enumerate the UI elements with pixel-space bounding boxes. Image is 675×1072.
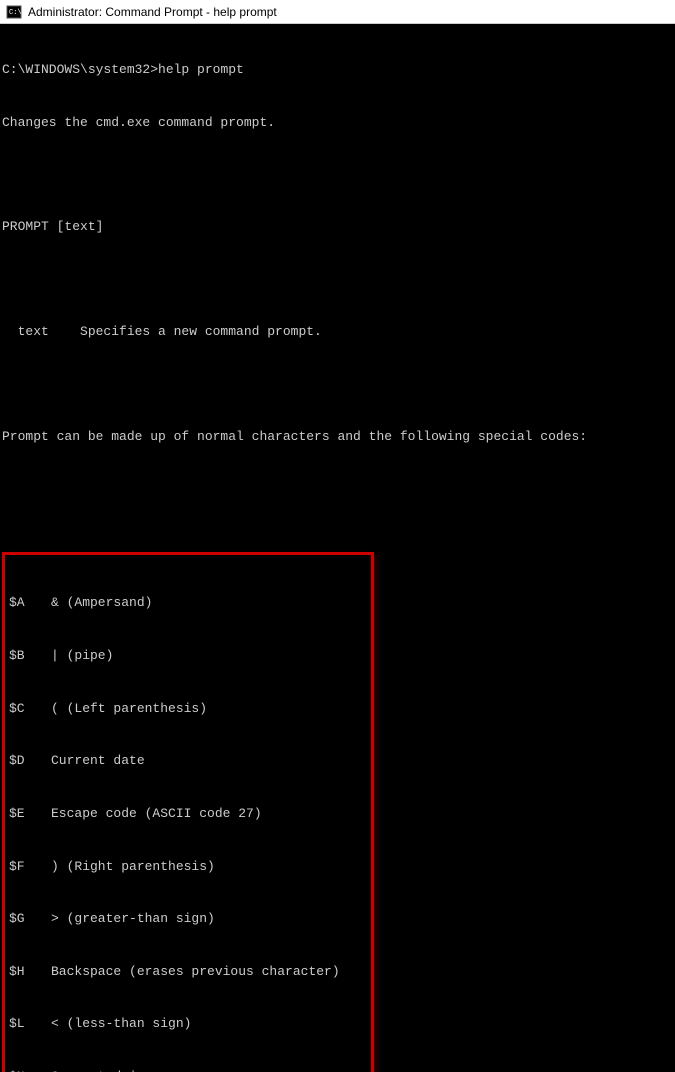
code-row: $A& (Ampersand) <box>9 594 367 612</box>
prompt-path: C:\WINDOWS\system32> <box>2 62 158 77</box>
terminal-output[interactable]: C:\WINDOWS\system32>help prompt Changes … <box>0 24 675 1072</box>
window-titlebar[interactable]: C:\ Administrator: Command Prompt - help… <box>0 0 675 24</box>
code-desc: > (greater-than sign) <box>51 910 367 928</box>
code-key: $G <box>9 910 51 928</box>
code-key: $D <box>9 752 51 770</box>
code-key: $C <box>9 700 51 718</box>
code-key: $H <box>9 963 51 981</box>
code-desc: | (pipe) <box>51 647 367 665</box>
window-title: Administrator: Command Prompt - help pro… <box>28 5 277 19</box>
code-key: $F <box>9 858 51 876</box>
code-row: $EEscape code (ASCII code 27) <box>9 805 367 823</box>
code-row: $DCurrent date <box>9 752 367 770</box>
code-row: $F) (Right parenthesis) <box>9 858 367 876</box>
output-line: text Specifies a new command prompt. <box>0 323 675 341</box>
output-line: PROMPT [text] <box>0 218 675 236</box>
code-desc: ( (Left parenthesis) <box>51 700 367 718</box>
svg-text:C:\: C:\ <box>9 9 22 17</box>
code-row: $L< (less-than sign) <box>9 1015 367 1033</box>
code-row: $G> (greater-than sign) <box>9 910 367 928</box>
code-key: $A <box>9 594 51 612</box>
codes-highlight-box: $A& (Ampersand) $B| (pipe) $C( (Left par… <box>2 552 374 1072</box>
blank-line <box>0 166 675 183</box>
code-row: $B| (pipe) <box>9 647 367 665</box>
code-key: $B <box>9 647 51 665</box>
code-row: $NCurrent drive <box>9 1068 367 1072</box>
code-desc: Backspace (erases previous character) <box>51 963 367 981</box>
code-desc: < (less-than sign) <box>51 1015 367 1033</box>
typed-command: help prompt <box>158 62 244 77</box>
command-line: C:\WINDOWS\system32>help prompt <box>0 61 675 79</box>
blank-line <box>0 271 675 288</box>
cmd-icon: C:\ <box>6 4 22 20</box>
blank-line <box>0 376 675 393</box>
output-line: Prompt can be made up of normal characte… <box>0 428 675 446</box>
code-desc: ) (Right parenthesis) <box>51 858 367 876</box>
code-key: $L <box>9 1015 51 1033</box>
code-desc: Current drive <box>51 1068 367 1072</box>
code-desc: & (Ampersand) <box>51 594 367 612</box>
code-key: $E <box>9 805 51 823</box>
code-desc: Escape code (ASCII code 27) <box>51 805 367 823</box>
code-key: $N <box>9 1068 51 1072</box>
code-desc: Current date <box>51 752 367 770</box>
blank-line <box>0 481 675 498</box>
code-row: $HBackspace (erases previous character) <box>9 963 367 981</box>
output-line: Changes the cmd.exe command prompt. <box>0 114 675 132</box>
code-row: $C( (Left parenthesis) <box>9 700 367 718</box>
